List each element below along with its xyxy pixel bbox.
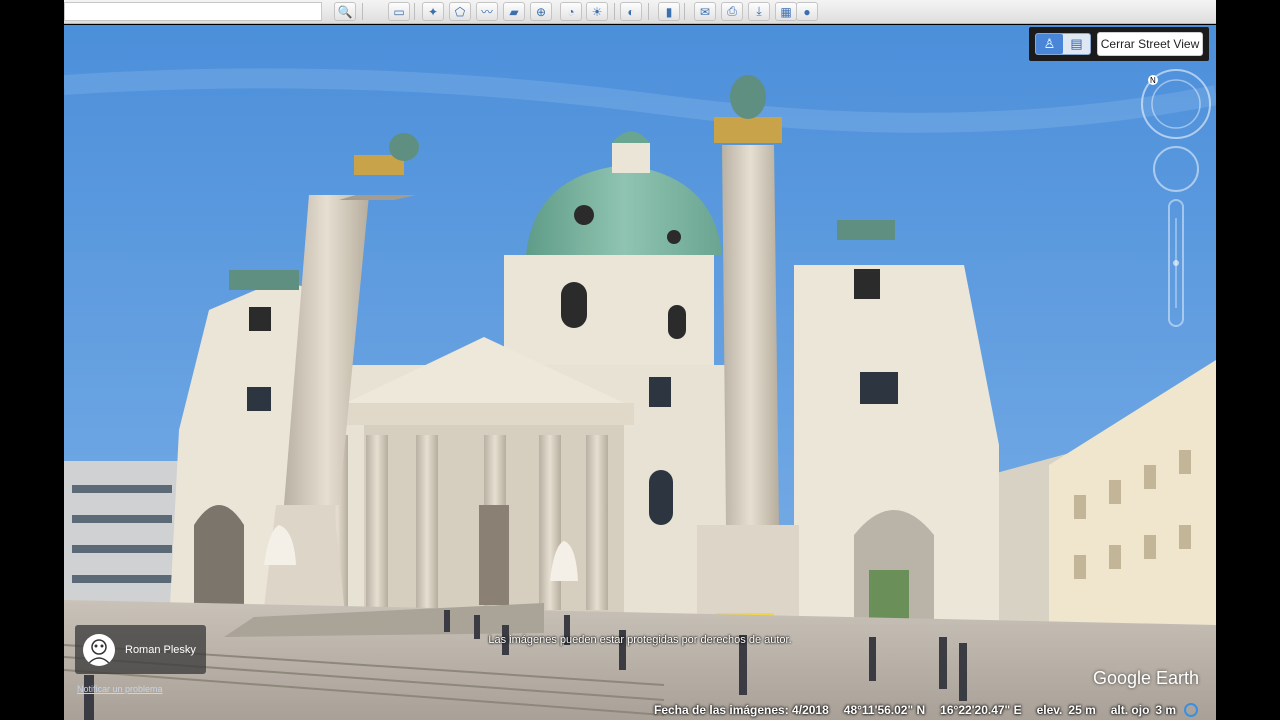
close-street-view-button[interactable]: Cerrar Street View [1097, 32, 1203, 56]
view-mode-toggle[interactable]: ♙ ▤ [1035, 33, 1091, 55]
earth-icon: ● [803, 4, 811, 19]
sidebar-icon: ▭ [393, 4, 405, 19]
tour-icon: ⊕ [535, 4, 547, 19]
search-field[interactable] [64, 2, 322, 21]
email-button[interactable]: ✉ [694, 2, 716, 21]
street-view-scene[interactable] [64, 25, 1216, 720]
placemark-button[interactable]: ✦ [422, 2, 444, 21]
google-earth-window: 🔍 ▭ ✦ ⬠ 〰 ▰ ⊕ ◔ ☀ ◐ ▮ ✉ ⎙ ⤓ ▦ ● ♙ ▤ Cerr… [64, 0, 1216, 720]
tour-button[interactable]: ⊕ [530, 2, 552, 21]
pegman-icon[interactable]: ♙ [1036, 34, 1063, 54]
path-button[interactable]: 〰 [476, 2, 498, 21]
zoom-slider[interactable] [1168, 199, 1184, 327]
photo-author-card[interactable]: Roman Plesky [75, 625, 206, 674]
building-view-icon[interactable]: ▤ [1063, 34, 1090, 54]
streaming-status-icon [1184, 703, 1199, 717]
copyright-notice: Las imágenes pueden estar protegidas por… [488, 634, 792, 646]
path-icon: 〰 [480, 5, 493, 19]
historical-imagery-icon: ◔ [567, 4, 575, 19]
look-joystick[interactable] [1153, 146, 1199, 192]
polygon-button[interactable]: ⬠ [449, 2, 471, 21]
save-image-button[interactable]: ⤓ [748, 2, 770, 21]
toolbar-separator [684, 3, 685, 20]
email-icon: ✉ [699, 4, 711, 19]
maps-button[interactable]: ▦ [775, 2, 797, 21]
polygon-icon: ⬠ [454, 4, 466, 19]
imagery-date: Fecha de las imágenes: 4/2018 [654, 703, 829, 717]
report-problem-link[interactable]: Notificar un problema [77, 684, 163, 694]
toolbar-separator [614, 3, 615, 20]
sunlight-button[interactable]: ☀ [586, 2, 608, 21]
print-button[interactable]: ⎙ [721, 2, 743, 21]
status-bar: Fecha de las imágenes: 4/2018 48°11'56.0… [654, 700, 1216, 720]
ruler-button[interactable]: ▮ [658, 2, 680, 21]
eye-altitude-value: 3 m [1155, 703, 1177, 717]
latitude: 48°11'56.02" N [843, 703, 926, 717]
historical-imagery-button[interactable]: ◔ [560, 2, 582, 21]
ruler-icon: ▮ [665, 4, 673, 19]
navigation-controls: N [1141, 68, 1211, 338]
street-view-panel: ♙ ▤ Cerrar Street View [1029, 27, 1209, 61]
google-earth-logo: Google Earth [1093, 668, 1200, 688]
compass-ring[interactable]: N [1141, 69, 1211, 139]
save-image-icon: ⤓ [756, 4, 762, 18]
toolbar: 🔍 ▭ ✦ ⬠ 〰 ▰ ⊕ ◔ ☀ ◐ ▮ ✉ ⎙ ⤓ ▦ ● [64, 0, 1216, 24]
earth-button[interactable]: ● [796, 2, 818, 21]
toolbar-separator [362, 3, 363, 20]
toolbar-separator [414, 3, 415, 20]
sunlight-icon: ☀ [591, 4, 603, 19]
elevation-value: 25 m [1068, 703, 1096, 717]
search-icon: 🔍 [337, 4, 353, 19]
placemark-icon: ✦ [427, 4, 439, 19]
search-button[interactable]: 🔍 [334, 2, 356, 21]
planets-button[interactable]: ◐ [620, 2, 642, 21]
maps-icon: ▦ [780, 4, 792, 19]
print-icon: ⎙ [727, 4, 737, 18]
planets-icon: ◐ [627, 4, 635, 19]
eye-altitude-label: alt. ojo [1110, 703, 1150, 717]
svg-text:N: N [1150, 76, 1156, 85]
sidebar-button[interactable]: ▭ [388, 2, 410, 21]
toolbar-separator [648, 3, 649, 20]
longitude: 16°22'20.47" E [940, 703, 1022, 717]
overlay-button[interactable]: ▰ [503, 2, 525, 21]
elevation-label: elev. [1036, 703, 1063, 717]
overlay-icon: ▰ [509, 4, 519, 19]
